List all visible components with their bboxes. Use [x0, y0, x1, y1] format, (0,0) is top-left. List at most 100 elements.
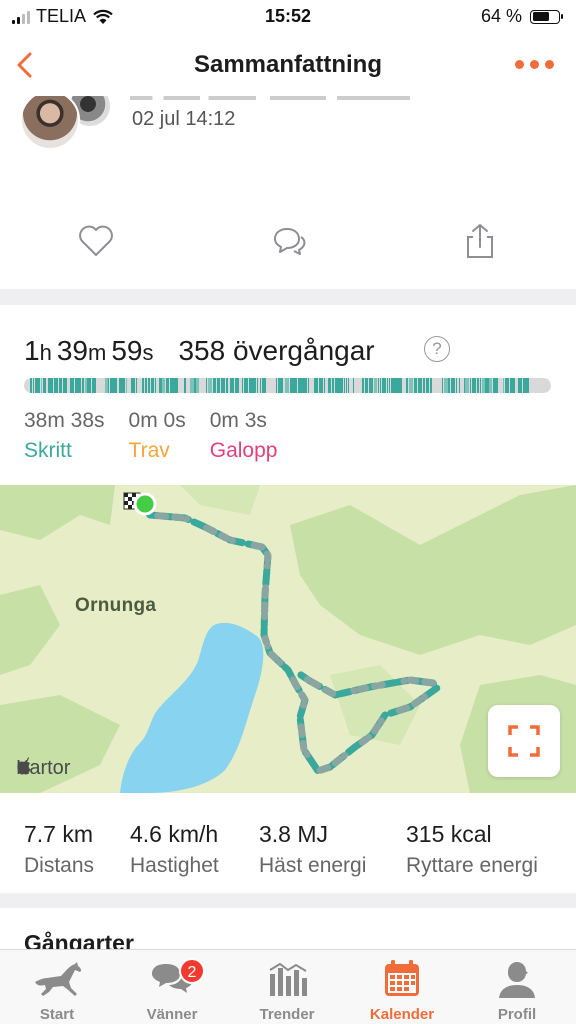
gait-stripe — [389, 378, 390, 393]
gait-stripe — [414, 378, 417, 393]
gait-stripe — [235, 378, 239, 393]
stat-distance-label: Distans — [24, 854, 95, 877]
heart-icon — [79, 225, 113, 256]
gait-stripe — [127, 378, 130, 393]
gait-stripe — [271, 378, 275, 393]
tab-vanner[interactable]: 2 Vänner — [127, 958, 217, 1023]
gait-stripe — [37, 378, 40, 393]
gait-stripe — [194, 378, 196, 393]
gait-stripe — [260, 378, 261, 393]
gait-stripe — [48, 378, 49, 393]
calendar-icon — [385, 960, 419, 996]
gait-stripe — [244, 378, 246, 393]
stat-rider-energy: 315 kcal Ryttare energi — [406, 821, 538, 878]
gait-stripe — [264, 378, 266, 393]
gait-stripe — [162, 378, 165, 393]
gait-stripe — [391, 378, 393, 393]
gait-stripe — [285, 378, 289, 393]
stat-speed-value: 4.6 km/h — [130, 821, 219, 847]
apple-icon — [17, 757, 31, 775]
gait-stripe — [276, 378, 277, 393]
gait-stripe — [344, 378, 345, 393]
ride-stats: 7.7 km Distans 4.6 km/h Hastighet 3.8 MJ… — [0, 793, 576, 893]
gait-stripe — [43, 378, 46, 393]
gait-stripe — [155, 378, 156, 393]
gait-stripe — [432, 378, 433, 393]
duration-hours: 1 — [24, 335, 40, 366]
gait-stripe — [159, 378, 162, 393]
gait-stripe — [142, 378, 144, 393]
tab-profil-label: Profil — [497, 1006, 537, 1023]
gait-stripe — [204, 378, 206, 393]
gait-stripe — [75, 378, 78, 393]
help-icon[interactable]: ? — [424, 336, 450, 362]
tab-trender[interactable]: Trender — [242, 958, 332, 1023]
gait-stripe — [54, 378, 58, 393]
gait-stripe — [494, 378, 498, 393]
gait-stripe — [489, 378, 492, 393]
tab-start[interactable]: Start — [12, 958, 102, 1023]
gait-stripe — [101, 378, 105, 393]
gait-trot-name: Trav — [128, 439, 170, 462]
stat-speed: 4.6 km/h Hastighet — [130, 821, 219, 878]
gait-stripe — [105, 378, 108, 393]
tab-kalender[interactable]: Kalender — [357, 958, 447, 1023]
gait-stripe — [395, 378, 398, 393]
gait-stripe — [485, 378, 489, 393]
seconds-unit: s — [142, 340, 154, 365]
gait-stripe — [30, 378, 32, 393]
gait-stripe — [444, 378, 448, 393]
gait-stripe — [85, 378, 87, 393]
gait-stripe — [82, 378, 84, 393]
gait-walk-time: 38m 38s — [24, 409, 105, 432]
gait-stripe — [353, 378, 354, 393]
gait-stripe — [252, 378, 256, 393]
gait-stripe — [110, 378, 111, 393]
gait-stripe — [47, 378, 48, 393]
gait-stripe — [470, 378, 471, 393]
share-button[interactable] — [460, 221, 500, 261]
gait-stripe — [516, 378, 518, 393]
status-right: 64 % — [481, 6, 563, 27]
gait-stripe — [358, 378, 361, 393]
gait-stripe — [477, 378, 478, 393]
gait-stripe — [505, 378, 509, 393]
gait-stripe — [87, 378, 91, 393]
back-button[interactable] — [10, 48, 44, 82]
more-dot-icon — [515, 60, 524, 69]
gait-stripe — [262, 378, 264, 393]
tab-trender-label: Trender — [259, 1006, 315, 1023]
gait-stripe — [200, 378, 204, 393]
gait-stripe — [511, 378, 515, 393]
tab-profil[interactable]: Profil — [472, 958, 562, 1023]
gait-stripe — [115, 378, 117, 393]
comment-button[interactable] — [268, 221, 308, 261]
tab-start-label: Start — [39, 1006, 75, 1023]
route-map[interactable]: Ornunga Kartor — [0, 485, 576, 793]
gait-stripe — [221, 378, 225, 393]
gait-stripe — [461, 378, 463, 393]
gait-stripe — [172, 378, 174, 393]
gait-stripe — [448, 378, 450, 393]
like-button[interactable] — [76, 221, 116, 261]
gait-stripe — [518, 378, 522, 393]
gait-stripe — [136, 378, 137, 393]
gait-stripe — [137, 378, 141, 393]
map-attribution[interactable]: Kartor — [16, 757, 70, 780]
gait-walk-name: Skritt — [24, 439, 72, 462]
gaits-section: Gångarter — [0, 908, 576, 953]
avatar[interactable] — [20, 96, 80, 150]
gait-stripe — [50, 378, 53, 393]
gait-stripe — [68, 378, 69, 393]
gait-stripe — [184, 378, 186, 393]
more-options-button[interactable] — [515, 60, 554, 69]
gait-stripe — [398, 378, 400, 393]
gait-stripe — [126, 378, 127, 393]
gait-stripe — [35, 378, 37, 393]
gait-stripe — [523, 378, 526, 393]
gait-stripe — [478, 378, 479, 393]
gait-stripe — [186, 378, 190, 393]
gait-stripe — [393, 378, 395, 393]
gait-stripe — [59, 378, 62, 393]
fullscreen-map-button[interactable] — [488, 705, 560, 777]
